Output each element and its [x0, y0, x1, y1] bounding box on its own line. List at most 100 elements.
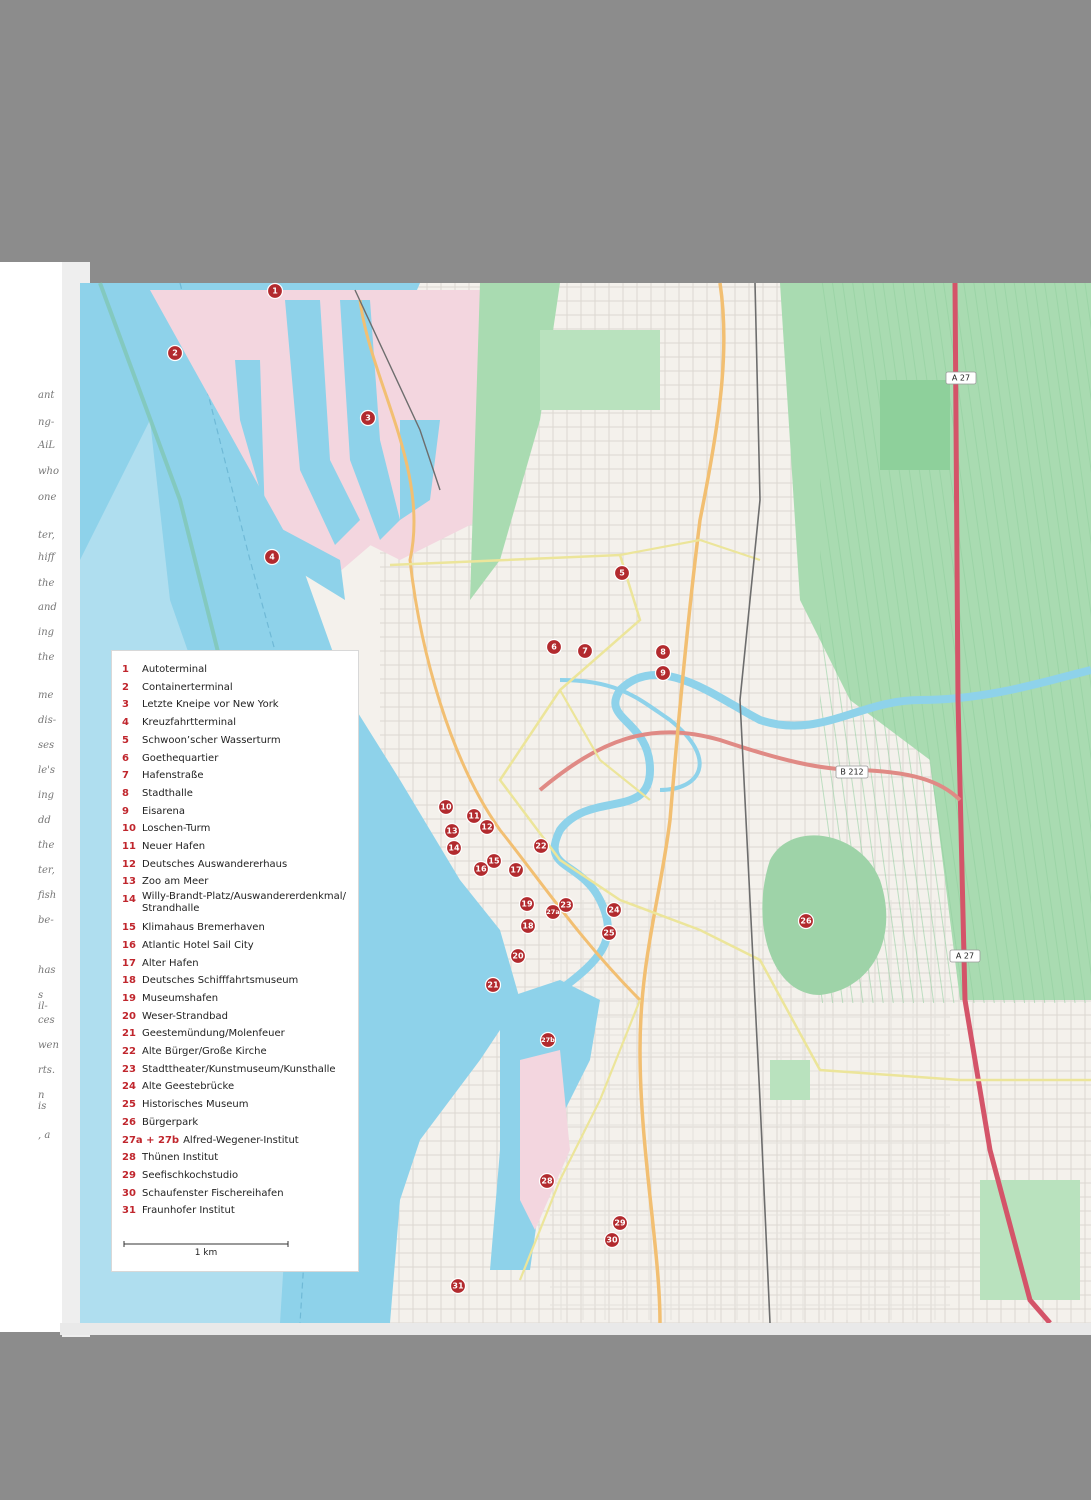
svg-text:29: 29 [614, 1219, 626, 1228]
road-label-a27-north: A 27 [945, 371, 977, 385]
left-page-fragment: dd [38, 815, 51, 826]
scale-bar: 1 km [123, 1241, 289, 1258]
legend-label: Eisarena [142, 805, 185, 817]
legend-label: Goethequartier [142, 752, 219, 764]
left-page-fragment: has [38, 965, 56, 976]
legend-label: Autoterminal [142, 664, 207, 675]
legend-item: 28 Thünen Institut [122, 1149, 358, 1167]
legend-number: 22 [122, 1046, 136, 1058]
green-southeast [980, 1180, 1080, 1300]
map-marker[interactable]: 6 [545, 638, 563, 656]
map-marker[interactable]: 15 [485, 852, 503, 870]
map-marker[interactable]: 2 [166, 344, 184, 362]
legend-item: 15 Klimahaus Bremerhaven [122, 919, 358, 937]
svg-text:5: 5 [619, 569, 625, 578]
svg-text:25: 25 [603, 929, 615, 938]
map-marker[interactable]: 10 [437, 798, 455, 816]
legend-item: 29 Seefischkochstudio [122, 1167, 358, 1185]
map-marker[interactable]: 4 [263, 548, 281, 566]
road-label-b212: B 212 [835, 765, 869, 779]
legend-item: 1 Autoterminal [122, 661, 358, 679]
map-marker[interactable]: 17 [507, 861, 525, 879]
legend-number: 20 [122, 1010, 136, 1022]
legend-label: Alter Hafen [142, 957, 199, 969]
map-marker[interactable]: 3 [359, 409, 377, 427]
legend-label: Deutsches Auswandererhaus [142, 858, 288, 870]
legend-label: Schwoon’scher Wasserturm [142, 734, 281, 746]
map-marker[interactable]: 13 [443, 822, 461, 840]
legend-label: Alfred-Wegener-Institut [183, 1134, 299, 1146]
legend-item: 12 Deutsches Auswandererhaus [122, 856, 358, 874]
legend-number: 16 [122, 939, 136, 951]
map-marker[interactable]: 19 [518, 895, 536, 913]
legend-number: 15 [122, 922, 136, 934]
park-north [540, 330, 660, 410]
map-marker[interactable]: 12 [478, 818, 496, 836]
map-marker[interactable]: 21 [484, 976, 502, 994]
legend-label: Stadthalle [142, 787, 193, 799]
legend-number: 31 [122, 1205, 136, 1217]
map-marker[interactable]: 7 [576, 642, 594, 660]
map-marker[interactable]: 1 [266, 282, 284, 300]
legend-label: Atlantic Hotel Sail City [142, 939, 254, 951]
legend-item: 18 Deutsches Schifffahrtsmuseum [122, 972, 358, 990]
legend-number: 21 [122, 1028, 136, 1040]
legend-label: Kreuzfahrtterminal [142, 717, 236, 729]
map-marker[interactable]: 8 [654, 643, 672, 661]
legend-number: 12 [122, 858, 136, 870]
legend-label: Weser-Strandbad [142, 1010, 228, 1022]
legend-number: 1 [122, 664, 129, 675]
left-page-fragment: le's [38, 765, 55, 776]
svg-text:B 212: B 212 [840, 768, 863, 777]
road-label-a27-south: A 27 [949, 949, 981, 963]
legend-label: Loschen-Turm [142, 823, 211, 835]
legend-item: 11 Neuer Hafen [122, 838, 358, 856]
left-page-fragment: the [38, 578, 55, 589]
map-marker[interactable]: 29 [611, 1214, 629, 1232]
legend-item: 3 Letzte Kneipe vor New York [122, 696, 358, 714]
legend-number: 13 [122, 876, 136, 888]
svg-text:16: 16 [475, 865, 487, 874]
legend-label: Zoo am Meer [142, 876, 209, 888]
left-page-fragment: ing [38, 790, 55, 801]
left-page-fragment: the [38, 840, 55, 851]
map-marker[interactable]: 27b [539, 1031, 557, 1049]
legend-label: Thünen Institut [142, 1152, 219, 1164]
map-marker[interactable]: 14 [445, 839, 463, 857]
map-marker[interactable]: 9 [654, 664, 672, 682]
map-marker[interactable]: 20 [509, 947, 527, 965]
svg-text:13: 13 [446, 827, 457, 836]
legend-label: Alte Geestebrücke [142, 1081, 235, 1093]
map-marker[interactable]: 24 [605, 901, 623, 919]
left-page-fragment: rts. [38, 1065, 56, 1076]
left-page-fragment: hiff [38, 552, 55, 563]
map-marker[interactable]: 30 [603, 1231, 621, 1249]
legend-number: 17 [122, 957, 136, 969]
woods-north [880, 380, 950, 470]
map-marker[interactable]: 11 [465, 807, 483, 825]
legend-label: Willy-Brandt-Platz/Auswandererdenkmal/ S… [142, 891, 346, 915]
map-marker[interactable]: 25 [600, 924, 618, 942]
map-marker[interactable]: 22 [532, 837, 550, 855]
legend-number: 29 [122, 1169, 136, 1181]
legend-item: 25 Historisches Museum [122, 1096, 358, 1114]
map-marker[interactable]: 28 [538, 1172, 556, 1190]
legend-number: 2 [122, 681, 129, 693]
legend-number: 18 [122, 975, 136, 987]
map-marker[interactable]: 18 [519, 917, 537, 935]
svg-text:1: 1 [272, 287, 278, 296]
legend-label: Bürgerpark [142, 1116, 199, 1128]
map-marker[interactable]: 16 [472, 860, 490, 878]
map-marker[interactable]: 5 [613, 564, 631, 582]
left-page-fragment: be- [38, 915, 54, 926]
svg-text:3: 3 [365, 414, 371, 423]
map-marker[interactable]: 23 [557, 896, 575, 914]
map-marker[interactable]: 26 [797, 912, 815, 930]
legend-number: 14 [122, 894, 136, 906]
legend-label: Alte Bürger/Große Kirche [142, 1046, 267, 1058]
legend-number: 26 [122, 1116, 136, 1128]
map-marker[interactable]: 31 [449, 1277, 467, 1295]
legend-number: 9 [122, 805, 129, 817]
legend-number: 28 [122, 1152, 136, 1164]
legend-number: 3 [122, 699, 129, 711]
